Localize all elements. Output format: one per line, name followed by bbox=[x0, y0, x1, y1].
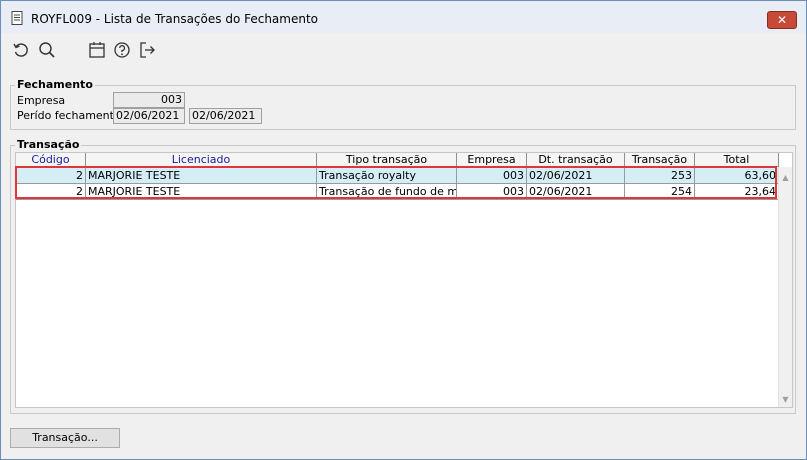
close-button[interactable]: ✕ bbox=[767, 11, 797, 29]
periodo-label: Perído fechamento bbox=[17, 109, 121, 122]
cell-empresa[interactable]: 003 bbox=[457, 168, 527, 184]
transaction-table: Código Licenciado Tipo transação Empresa… bbox=[15, 152, 793, 408]
toolbar bbox=[1, 33, 806, 71]
cell-empresa[interactable]: 003 bbox=[457, 184, 527, 200]
cell-total[interactable]: 63,60 bbox=[695, 168, 779, 184]
empresa-field[interactable]: 003 bbox=[113, 92, 185, 108]
cell-total[interactable]: 23,64 bbox=[695, 184, 779, 200]
column-header-codigo[interactable]: Código bbox=[16, 153, 86, 167]
exit-icon[interactable] bbox=[137, 40, 157, 60]
calendar-icon[interactable] bbox=[87, 40, 107, 60]
periodo-end-field[interactable]: 02/06/2021 bbox=[189, 108, 262, 124]
cell-licenciado[interactable]: MARJORIE TESTE bbox=[86, 184, 317, 200]
column-header-dt[interactable]: Dt. transação bbox=[527, 153, 625, 167]
column-header-tipo[interactable]: Tipo transação bbox=[317, 153, 457, 167]
cell-licenciado[interactable]: MARJORIE TESTE bbox=[86, 168, 317, 184]
window-title: ROYFL009 - Lista de Transações do Fecham… bbox=[31, 12, 319, 26]
table-row[interactable]: 2 MARJORIE TESTE Transação royalty 003 0… bbox=[16, 168, 779, 184]
column-header-licenciado[interactable]: Licenciado bbox=[86, 153, 317, 167]
cell-dt[interactable]: 02/06/2021 bbox=[527, 168, 625, 184]
search-icon[interactable] bbox=[37, 40, 57, 60]
cell-transacao[interactable]: 253 bbox=[625, 168, 695, 184]
refresh-icon[interactable] bbox=[11, 40, 31, 60]
fechamento-group-label: Fechamento bbox=[15, 78, 95, 91]
cell-tipo[interactable]: Transação royalty bbox=[317, 168, 457, 184]
document-icon bbox=[11, 11, 23, 25]
cell-codigo[interactable]: 2 bbox=[16, 184, 86, 200]
cell-codigo[interactable]: 2 bbox=[16, 168, 86, 184]
transacao-group-label: Transação bbox=[15, 138, 82, 151]
scroll-down-icon[interactable]: ▼ bbox=[781, 395, 790, 404]
periodo-start-field[interactable]: 02/06/2021 bbox=[113, 108, 185, 124]
transacao-button[interactable]: Transação... bbox=[10, 428, 120, 448]
help-icon[interactable] bbox=[112, 40, 132, 60]
vertical-scrollbar[interactable]: ▲ ▼ bbox=[778, 167, 792, 407]
cell-tipo[interactable]: Transação de fundo de mar bbox=[317, 184, 457, 200]
cell-dt[interactable]: 02/06/2021 bbox=[527, 184, 625, 200]
column-header-transacao[interactable]: Transação bbox=[625, 153, 695, 167]
title-bar: ROYFL009 - Lista de Transações do Fecham… bbox=[1, 1, 806, 33]
empresa-label: Empresa bbox=[17, 94, 66, 107]
column-header-total[interactable]: Total bbox=[695, 153, 779, 167]
scroll-up-icon[interactable]: ▲ bbox=[781, 173, 790, 182]
main-window: ROYFL009 - Lista de Transações do Fecham… bbox=[0, 0, 807, 460]
column-header-empresa[interactable]: Empresa bbox=[457, 153, 527, 167]
cell-transacao[interactable]: 254 bbox=[625, 184, 695, 200]
table-row[interactable]: 2 MARJORIE TESTE Transação de fundo de m… bbox=[16, 184, 779, 200]
